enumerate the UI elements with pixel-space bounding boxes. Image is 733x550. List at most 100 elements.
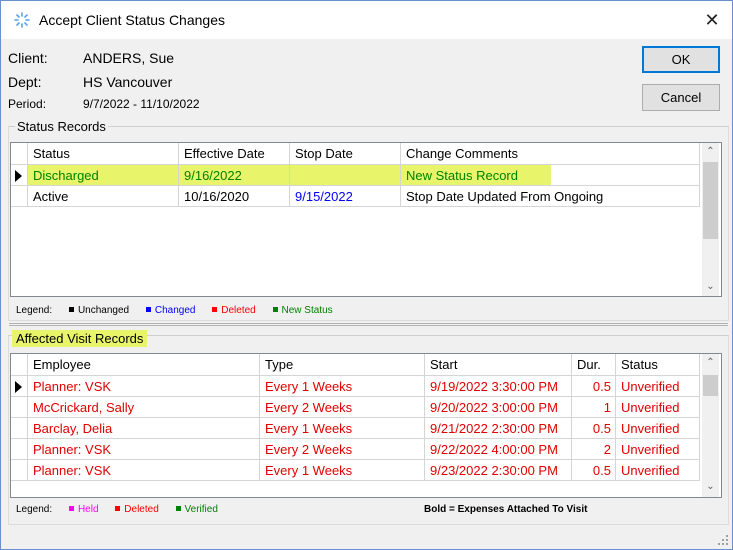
status-cell[interactable]: Unverified bbox=[616, 376, 700, 397]
column-header-effective-date[interactable]: Effective Date bbox=[179, 143, 290, 165]
column-header-start[interactable]: Start bbox=[425, 354, 572, 376]
duration-cell[interactable]: 0.5 bbox=[572, 460, 616, 481]
employee-cell[interactable]: Barclay, Delia bbox=[28, 418, 260, 439]
row-indicator bbox=[11, 186, 28, 207]
legend-deleted: Deleted bbox=[221, 305, 256, 316]
title-bar: Accept Client Status Changes ✕ bbox=[1, 1, 732, 39]
close-icon[interactable]: ✕ bbox=[697, 5, 727, 35]
scroll-up-icon[interactable]: ⌃ bbox=[702, 143, 719, 160]
effective-date-cell[interactable]: 9/16/2022 bbox=[179, 165, 290, 186]
duration-cell[interactable]: 2 bbox=[572, 439, 616, 460]
start-cell[interactable]: 9/20/2022 3:00:00 PM bbox=[425, 397, 572, 418]
type-cell[interactable]: Every 1 Weeks bbox=[260, 376, 425, 397]
status-records-grid[interactable]: Status Effective Date Stop Date Change C… bbox=[10, 142, 722, 297]
client-label: Client: bbox=[8, 50, 48, 66]
type-cell[interactable]: Every 2 Weeks bbox=[260, 439, 425, 460]
held-swatch bbox=[68, 506, 74, 511]
effective-date-cell[interactable]: 10/16/2020 bbox=[179, 186, 290, 207]
bold-expenses-note: Bold = Expenses Attached To Visit bbox=[424, 504, 588, 515]
legend-verified: Verified bbox=[184, 504, 218, 515]
ok-button[interactable]: OK bbox=[642, 46, 720, 73]
duration-cell[interactable]: 0.5 bbox=[572, 418, 616, 439]
status-cell[interactable]: Unverified bbox=[616, 460, 700, 481]
current-row-indicator bbox=[11, 165, 28, 186]
column-header-status[interactable]: Status bbox=[28, 143, 179, 165]
column-header-stop-date[interactable]: Stop Date bbox=[290, 143, 401, 165]
resize-grip-icon[interactable] bbox=[717, 535, 729, 547]
changed-swatch bbox=[145, 307, 151, 312]
column-header-change-comments[interactable]: Change Comments bbox=[401, 143, 700, 165]
spinner-icon bbox=[14, 12, 30, 28]
status-cell[interactable]: Discharged bbox=[28, 165, 179, 186]
visit-records-grid[interactable]: Employee Type Start Dur. Status Planner:… bbox=[10, 353, 722, 498]
duration-cell[interactable]: 0.5 bbox=[572, 376, 616, 397]
legend-held: Held bbox=[77, 504, 99, 515]
stop-date-cell[interactable]: 9/15/2022 bbox=[290, 186, 401, 207]
client-value: ANDERS, Sue bbox=[83, 50, 175, 66]
scroll-down-icon[interactable]: ⌄ bbox=[702, 478, 719, 495]
deleted-swatch bbox=[115, 506, 121, 511]
scrollbar-thumb[interactable] bbox=[703, 375, 718, 396]
legend-changed: Changed bbox=[154, 305, 196, 316]
current-row-indicator bbox=[11, 376, 28, 397]
unchanged-swatch bbox=[68, 307, 74, 312]
status-cell[interactable]: Active bbox=[28, 186, 179, 207]
legend-label: Legend: bbox=[16, 504, 53, 515]
employee-cell[interactable]: Planner: VSK bbox=[28, 376, 260, 397]
legend-new-status: New Status bbox=[281, 305, 333, 316]
row-pointer-icon bbox=[15, 170, 22, 182]
column-header-type[interactable]: Type bbox=[260, 354, 425, 376]
row-indicator bbox=[11, 418, 28, 439]
status-legend: Legend: Unchanged Changed Deleted New St… bbox=[16, 305, 333, 316]
legend-deleted: Deleted bbox=[124, 504, 159, 515]
legend-unchanged: Unchanged bbox=[77, 305, 130, 316]
status-cell[interactable]: Unverified bbox=[616, 397, 700, 418]
dept-label: Dept: bbox=[8, 74, 42, 90]
column-header-duration[interactable]: Dur. bbox=[572, 354, 616, 376]
change-comments-cell-filler bbox=[551, 165, 700, 186]
cancel-button[interactable]: Cancel bbox=[642, 84, 720, 111]
start-cell[interactable]: 9/21/2022 2:30:00 PM bbox=[425, 418, 572, 439]
dept-value: HS Vancouver bbox=[83, 74, 173, 90]
start-cell[interactable]: 9/19/2022 3:30:00 PM bbox=[425, 376, 572, 397]
row-indicator bbox=[11, 439, 28, 460]
row-indicator-header bbox=[11, 143, 28, 165]
employee-cell[interactable]: McCrickard, Sally bbox=[28, 397, 260, 418]
deleted-swatch bbox=[212, 307, 218, 312]
start-cell[interactable]: 9/22/2022 4:00:00 PM bbox=[425, 439, 572, 460]
employee-cell[interactable]: Planner: VSK bbox=[28, 439, 260, 460]
start-cell[interactable]: 9/23/2022 2:30:00 PM bbox=[425, 460, 572, 481]
employee-cell[interactable]: Planner: VSK bbox=[28, 460, 260, 481]
column-header-employee[interactable]: Employee bbox=[28, 354, 260, 376]
visit-legend: Legend: Held Deleted Verified bbox=[16, 504, 218, 515]
panel-splitter[interactable] bbox=[9, 323, 728, 326]
scrollbar-thumb[interactable] bbox=[703, 162, 718, 239]
scroll-down-icon[interactable]: ⌄ bbox=[702, 278, 719, 295]
visit-records-title: Affected Visit Records bbox=[12, 330, 148, 347]
status-cell[interactable]: Unverified bbox=[616, 418, 700, 439]
legend-label: Legend: bbox=[16, 305, 53, 316]
scroll-up-icon[interactable]: ⌃ bbox=[702, 354, 719, 371]
row-pointer-icon bbox=[15, 381, 22, 393]
duration-cell[interactable]: 1 bbox=[572, 397, 616, 418]
type-cell[interactable]: Every 1 Weeks bbox=[260, 418, 425, 439]
visit-records-scrollbar[interactable]: ⌃ ⌄ bbox=[702, 354, 719, 497]
row-indicator bbox=[11, 460, 28, 481]
status-cell[interactable]: Unverified bbox=[616, 439, 700, 460]
row-indicator-header bbox=[11, 354, 28, 376]
verified-swatch bbox=[175, 506, 181, 511]
status-records-scrollbar[interactable]: ⌃ ⌄ bbox=[702, 143, 719, 296]
period-label: Period: bbox=[8, 97, 47, 111]
stop-date-cell[interactable] bbox=[290, 165, 401, 186]
type-cell[interactable]: Every 1 Weeks bbox=[260, 460, 425, 481]
period-value: 9/7/2022 - 11/10/2022 bbox=[83, 97, 200, 111]
window-title: Accept Client Status Changes bbox=[39, 12, 225, 28]
row-indicator bbox=[11, 397, 28, 418]
dialog-window: Accept Client Status Changes ✕ Client: A… bbox=[0, 0, 733, 550]
new-status-swatch bbox=[272, 307, 278, 312]
column-header-status[interactable]: Status bbox=[616, 354, 700, 376]
status-records-title: Status Records bbox=[15, 119, 108, 134]
change-comments-cell[interactable]: Stop Date Updated From Ongoing bbox=[401, 186, 700, 207]
change-comments-cell[interactable]: New Status Record bbox=[401, 165, 551, 186]
type-cell[interactable]: Every 2 Weeks bbox=[260, 397, 425, 418]
